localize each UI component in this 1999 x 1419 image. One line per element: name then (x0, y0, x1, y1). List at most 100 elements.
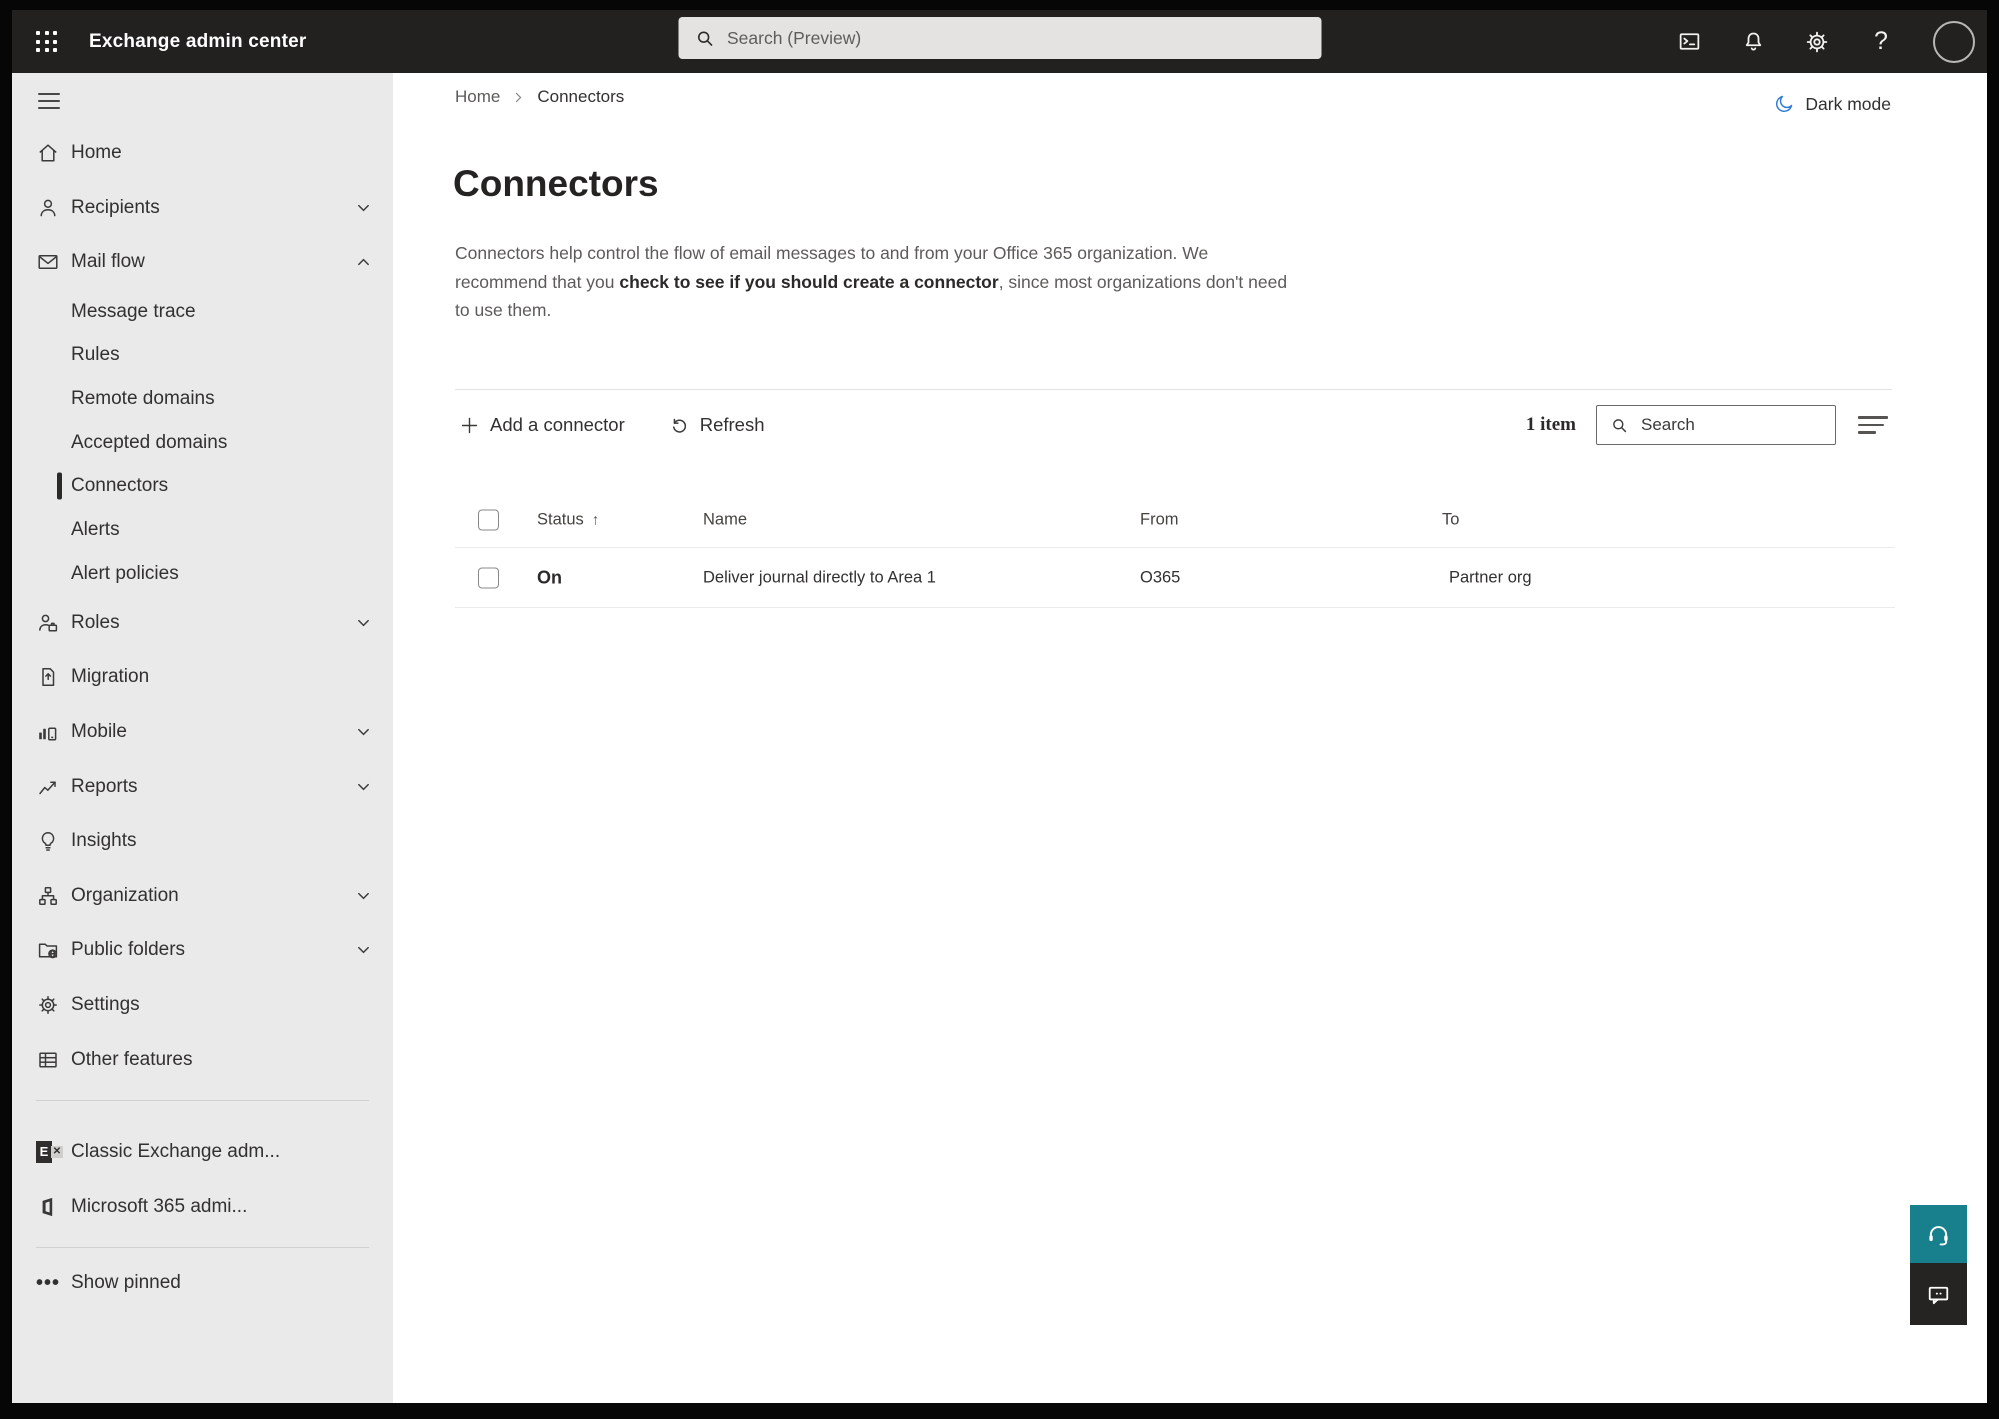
sidebar-item-insights[interactable]: Insights (12, 814, 393, 869)
cloud-shell-button[interactable] (1675, 22, 1703, 62)
sidebar-item-roles[interactable]: Roles (12, 596, 393, 651)
sidebar-item-label: Organization (71, 884, 179, 906)
topbar-actions: ? (1675, 10, 1979, 73)
sidebar-item-label: Public folders (71, 939, 186, 961)
column-header-status[interactable]: Status ↑ (537, 510, 599, 529)
nav-collapse-button[interactable] (36, 89, 62, 113)
global-search-box[interactable] (678, 17, 1321, 59)
column-label: To (1442, 510, 1460, 528)
feedback-bubble-icon (1928, 1286, 1949, 1304)
sidebar-item-settings[interactable]: Settings (12, 978, 393, 1033)
sidebar-item-reports[interactable]: Reports (12, 759, 393, 814)
row-checkbox[interactable] (478, 567, 499, 589)
headset-icon (1929, 1225, 1948, 1245)
sidebar-item-alerts[interactable]: Alerts (12, 508, 393, 552)
sidebar-item-label: Microsoft 365 admi... (71, 1195, 248, 1217)
row-divider (455, 607, 1895, 608)
gear-icon (1806, 31, 1828, 52)
add-connector-button[interactable]: Add a connector (453, 410, 631, 440)
sidebar-item-label: Show pinned (71, 1272, 181, 1294)
org-tree-icon (39, 886, 57, 905)
folder-globe-icon (38, 943, 58, 959)
app-title: Exchange admin center (89, 30, 307, 52)
sidebar-item-label: Accepted domains (71, 431, 228, 453)
sidebar-item-label: Migration (71, 666, 150, 688)
notifications-button[interactable] (1739, 22, 1767, 62)
app-launcher-icon[interactable] (30, 25, 63, 58)
sidebar-item-show-pinned[interactable]: ••• Show pinned (12, 1256, 393, 1311)
document-arrow-icon (42, 668, 55, 687)
row-status: On (537, 567, 562, 588)
sidebar-item-label: Alert policies (71, 562, 179, 584)
sort-filter-icon[interactable] (1854, 412, 1892, 438)
support-button[interactable] (1910, 1205, 1967, 1263)
table-row[interactable]: On Deliver journal directly to Area 1 O3… (393, 548, 1987, 608)
refresh-button[interactable]: Refresh (663, 410, 771, 440)
question-mark-icon: ? (1874, 27, 1888, 55)
column-label: From (1140, 510, 1179, 528)
settings-button[interactable] (1803, 22, 1831, 62)
dark-mode-label: Dark mode (1805, 93, 1891, 114)
list-search-input[interactable] (1639, 414, 1835, 436)
sort-ascending-icon: ↑ (591, 511, 600, 528)
feedback-button[interactable] (1910, 1263, 1967, 1325)
chevron-down-icon (358, 892, 369, 900)
table-grid-icon (39, 1052, 57, 1068)
sidebar-item-mail-flow[interactable]: Mail flow (12, 235, 393, 290)
envelope-icon (38, 255, 58, 270)
gear-icon (39, 996, 57, 1014)
sidebar-item-accepted-domains[interactable]: Accepted domains (12, 421, 393, 465)
breadcrumb-home-link[interactable]: Home (455, 87, 500, 107)
table-header-row: Status ↑ Name From To (393, 491, 1987, 548)
sidebar-item-microsoft-365-admin[interactable]: Microsoft 365 admi... (12, 1180, 393, 1235)
breadcrumb-current: Connectors (537, 87, 625, 106)
app-frame: Exchange admin center ? Home (0, 0, 1999, 1419)
ellipsis-icon: ••• (36, 1272, 61, 1295)
sidebar-item-home[interactable]: Home (12, 126, 393, 181)
account-avatar[interactable] (1933, 20, 1975, 63)
row-from: O365 (1140, 568, 1181, 587)
left-nav: Home Recipients Mail flow Message trace … (12, 73, 393, 1403)
classic-exchange-logo-icon: E ✕ (36, 1140, 63, 1164)
row-name[interactable]: Deliver journal directly to Area 1 (703, 569, 936, 588)
page-title: Connectors (453, 163, 659, 204)
sidebar-item-connectors[interactable]: Connectors (12, 465, 393, 509)
sidebar-item-message-trace[interactable]: Message trace (12, 290, 393, 334)
chevron-down-icon (358, 728, 369, 736)
column-header-name[interactable]: Name (703, 510, 747, 529)
search-icon (697, 31, 712, 46)
line-chart-icon (39, 781, 56, 794)
dark-mode-toggle[interactable]: Dark mode (1773, 93, 1891, 115)
row-to: Partner org (1449, 568, 1532, 587)
sidebar-item-label: Recipients (71, 196, 160, 218)
sidebar-item-classic-exchange-admin[interactable]: E ✕ Classic Exchange adm... (12, 1125, 393, 1180)
sidebar-item-recipients[interactable]: Recipients (12, 181, 393, 236)
sidebar-item-other-features[interactable]: Other features (12, 1032, 393, 1087)
chart-phone-icon (39, 727, 57, 741)
breadcrumb-chevron-icon (516, 92, 522, 102)
sidebar-divider (36, 1099, 369, 1101)
sidebar-item-rules[interactable]: Rules (12, 333, 393, 377)
sidebar-item-label: Alerts (71, 519, 120, 541)
description-link[interactable]: check to see if you should create a conn… (619, 272, 998, 292)
list-search-box[interactable] (1596, 405, 1836, 445)
plus-icon (461, 417, 478, 433)
global-search-input[interactable] (725, 26, 1321, 50)
person-briefcase-icon (39, 614, 58, 632)
sidebar-item-label: Home (71, 142, 122, 164)
top-bar: Exchange admin center ? (12, 10, 1987, 73)
sidebar-item-label: Connectors (71, 475, 169, 497)
sidebar-item-remote-domains[interactable]: Remote domains (12, 377, 393, 421)
lightbulb-icon (41, 832, 55, 852)
sidebar-item-alert-policies[interactable]: Alert policies (12, 552, 393, 596)
sidebar-item-mobile[interactable]: Mobile (12, 705, 393, 760)
column-header-to[interactable]: To (1442, 510, 1459, 529)
toolbar-divider (455, 389, 1892, 390)
help-button[interactable]: ? (1867, 22, 1895, 62)
add-connector-label: Add a connector (490, 414, 625, 435)
column-header-from[interactable]: From (1140, 510, 1179, 529)
sidebar-item-migration[interactable]: Migration (12, 650, 393, 705)
select-all-checkbox[interactable] (478, 509, 499, 530)
sidebar-item-organization[interactable]: Organization (12, 869, 393, 924)
sidebar-item-public-folders[interactable]: Public folders (12, 923, 393, 978)
